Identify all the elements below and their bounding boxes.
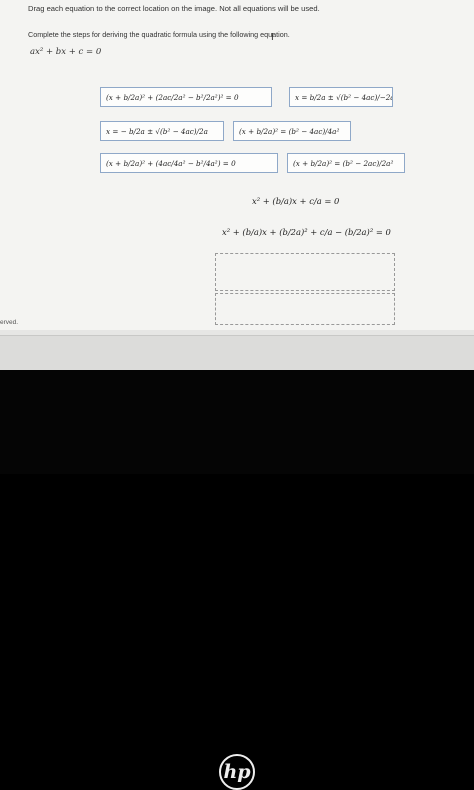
- drop-zone-2[interactable]: [215, 293, 395, 325]
- footer-text: erved.: [0, 319, 19, 326]
- prompt-text: Complete the steps for deriving the quad…: [28, 30, 290, 39]
- equation-tile-2[interactable]: x = b/2a ± √(b² − 4ac)/−2a: [289, 87, 393, 107]
- equation-tile-4[interactable]: (x + b/2a)² = (b² − 4ac)/4a²: [233, 121, 351, 141]
- equation-tile-3[interactable]: x = − b/2a ± √(b² − 4ac)/2a: [100, 121, 224, 141]
- equation-tile-5[interactable]: (x + b/2a)² + (4ac/4a² − b²/4a²) = 0: [100, 153, 278, 173]
- text-cursor-icon: I: [271, 32, 274, 43]
- drop-zone-1[interactable]: [215, 253, 395, 291]
- question-page: Drag each equation to the correct locati…: [0, 0, 474, 330]
- equation-tile-6[interactable]: (x + b/2a)² = (b² − 2ac)/2a²: [287, 153, 405, 173]
- laptop-bezel: hp: [0, 370, 474, 790]
- equation-tile-1[interactable]: (x + b/2a)² + (2ac/2a² − b²/2a²)² = 0: [100, 87, 272, 107]
- hp-logo: hp: [219, 754, 255, 790]
- instruction-text: Drag each equation to the correct locati…: [28, 4, 320, 13]
- taskbar: [0, 335, 474, 370]
- step-1-equation: x² + (b/a)x + c/a = 0: [252, 196, 340, 206]
- step-2-equation: x² + (b/a)x + (b/2a)² + c/a − (b/2a)² = …: [222, 227, 391, 237]
- screen: Drag each equation to the correct locati…: [0, 0, 474, 370]
- given-equation: ax² + bx + c = 0: [30, 47, 102, 57]
